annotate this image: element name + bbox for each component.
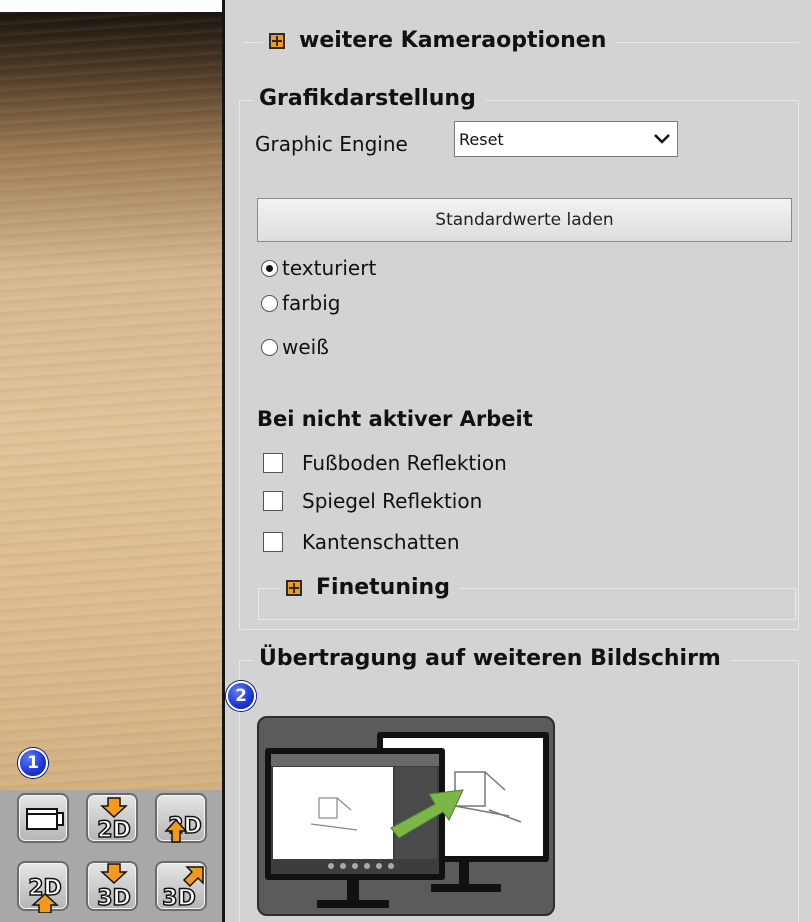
radio-weiss[interactable]: weiß (261, 335, 329, 359)
load-defaults-button[interactable]: Standardwerte laden (257, 198, 792, 242)
graphic-engine-value: Reset (459, 129, 504, 149)
3d-down-button[interactable]: 3D (86, 861, 138, 912)
radio-farbig-label: farbig (282, 291, 341, 315)
radio-texturiert-label: texturiert (282, 256, 377, 280)
second-screen-group-title: Übertragung auf weiteren Bildschirm (253, 646, 731, 671)
finetuning-toggle[interactable]: Finetuning (280, 575, 460, 600)
graphic-engine-select[interactable]: Reset (454, 121, 678, 157)
callout-badge-1: 1 (18, 748, 48, 778)
floor-reflection-label: Fußboden Reflektion (302, 451, 507, 475)
wood-floor-render (0, 12, 222, 790)
radio-texturiert[interactable]: texturiert (261, 256, 376, 280)
radio-farbig[interactable]: farbig (261, 291, 340, 315)
finetuning-label: Finetuning (316, 575, 450, 600)
checkbox-edge-shadows[interactable]: Kantenschatten (263, 530, 460, 554)
viewport-top-strip (0, 0, 222, 12)
checkbox-unchecked-icon (263, 491, 283, 511)
radio-unselected-icon (261, 338, 278, 356)
load-defaults-label: Standardwerte laden (435, 210, 614, 230)
graphics-group-title: Grafikdarstellung (253, 86, 486, 111)
2d-up-arrow-icon: 2D (164, 813, 203, 843)
2d-up-button[interactable]: 2D (155, 793, 207, 843)
chevron-down-icon (647, 122, 677, 156)
camera-options-label: weitere Kameraoptionen (299, 28, 607, 53)
radio-unselected-icon (261, 294, 278, 312)
2d-up-alt-icon: 2D (27, 875, 63, 913)
second-screen-button[interactable] (257, 716, 555, 916)
graphics-title: Grafikdarstellung (259, 86, 476, 111)
2d-down-button[interactable]: 2D (86, 793, 138, 844)
3d-down-arrow-icon: 3D (96, 863, 132, 912)
camera-options-toggle[interactable]: weitere Kameraoptionen (263, 28, 617, 53)
camera-view-button[interactable] (17, 793, 69, 843)
edge-shadows-label: Kantenschatten (302, 530, 460, 554)
expand-plus-icon (286, 579, 302, 596)
2d-up-alt-button[interactable]: 2D (17, 861, 69, 913)
callout-badge-2: 2 (226, 681, 256, 711)
3d-viewport[interactable]: 1 2D 2D 2D 3D 3D (0, 0, 222, 922)
camera-icon (26, 808, 64, 830)
checkbox-unchecked-icon (263, 532, 283, 552)
checkbox-floor-reflection[interactable]: Fußboden Reflektion (263, 451, 507, 475)
dual-monitor-icon (265, 732, 549, 908)
2d-down-arrow-icon: 2D (96, 797, 132, 844)
second-screen-title: Übertragung auf weiteren Bildschirm (259, 646, 721, 671)
checkbox-unchecked-icon (263, 453, 283, 473)
3d-down-label: 3D (97, 886, 131, 911)
3d-up-label: 3D (162, 886, 196, 911)
mirror-reflection-label: Spiegel Reflektion (302, 489, 483, 513)
callout-badge-2-number: 2 (235, 686, 247, 706)
3d-diagonal-arrow-icon: 3D (161, 866, 204, 912)
radio-selected-icon (261, 259, 278, 277)
callout-badge-1-number: 1 (27, 753, 39, 773)
radio-weiss-label: weiß (282, 335, 329, 359)
checkbox-mirror-reflection[interactable]: Spiegel Reflektion (263, 489, 482, 513)
3d-up-button[interactable]: 3D (155, 861, 207, 912)
2d-down-label: 2D (97, 818, 131, 843)
expand-plus-icon (269, 32, 285, 49)
inactive-work-heading: Bei nicht aktiver Arbeit (257, 407, 533, 431)
graphic-engine-label: Graphic Engine (255, 132, 408, 156)
settings-panel: weitere Kameraoptionen Grafikdarstellung… (225, 0, 811, 922)
